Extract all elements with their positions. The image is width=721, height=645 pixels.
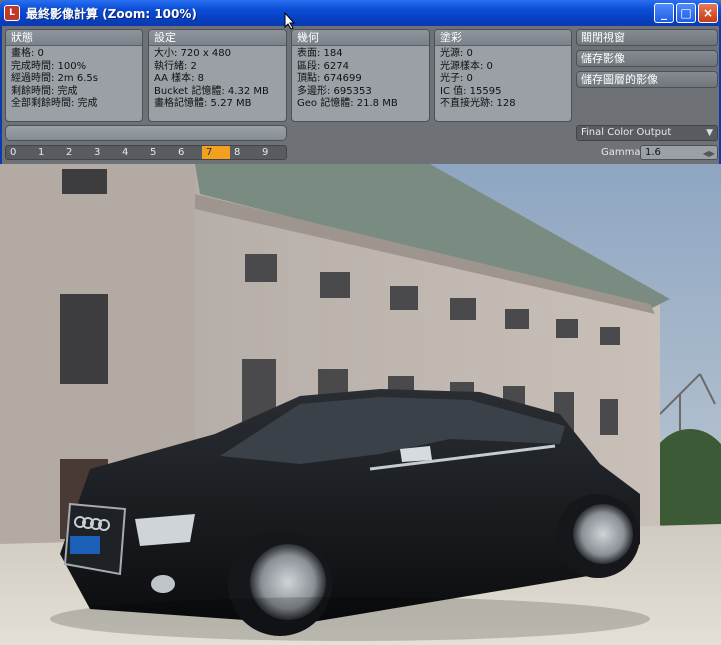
maximize-button[interactable]: □ xyxy=(676,3,696,23)
geometry-box: 幾何 表面: 184 區段: 6274 頂點: 674699 多邊形: 6953… xyxy=(291,29,430,122)
settings-size: 大小: 720 x 480 xyxy=(154,48,231,59)
chevron-down-icon: ▼ xyxy=(706,128,713,138)
fog-light xyxy=(151,575,175,593)
shading-header: 塗彩 xyxy=(435,30,571,46)
car-headlight xyxy=(135,514,195,546)
settings-bucket-memory: Bucket 記憶體: 4.32 MB xyxy=(154,85,269,97)
rear-rim xyxy=(573,504,633,564)
geometry-segments: 區段: 6274 xyxy=(297,60,349,72)
geometry-memory: Geo 記憶體: 21.8 MB xyxy=(297,98,398,109)
window-titlebar[interactable]: L 最終影像計算 (Zoom: 100%) _ □ × xyxy=(0,0,721,26)
save-layer-image-button[interactable]: 儲存圖層的影像 xyxy=(576,71,718,88)
buffer-8[interactable]: 8 xyxy=(230,146,258,159)
geometry-header: 幾何 xyxy=(292,30,429,46)
status-complete: 完成時間: 100% xyxy=(11,60,87,72)
buffer-2[interactable]: 2 xyxy=(62,146,90,159)
close-window-button[interactable]: 關閉視窗 xyxy=(576,29,718,46)
geometry-surfaces: 表面: 184 xyxy=(297,48,343,59)
geometry-vertices: 頂點: 674699 xyxy=(297,73,362,84)
app-icon[interactable]: L xyxy=(4,5,20,21)
buffer-selector: 0 1 2 3 4 5 6 7 8 9 xyxy=(5,145,287,160)
shading-light-samples: 光源樣本: 0 xyxy=(440,60,493,72)
shading-ic-value: IC 值: 15595 xyxy=(440,85,502,97)
status-remaining: 剩餘時間: 完成 xyxy=(11,85,78,97)
status-frame: 畫格: 0 xyxy=(11,48,44,59)
status-total-remaining: 全部剩餘時間: 完成 xyxy=(11,98,98,109)
buffer-6[interactable]: 6 xyxy=(174,146,202,159)
output-select[interactable]: Final Color Output ▼ xyxy=(576,125,718,141)
save-image-button[interactable]: 儲存影像 xyxy=(576,50,718,67)
buffer-0[interactable]: 0 xyxy=(6,146,34,159)
shading-lights: 光源: 0 xyxy=(440,48,473,59)
status-elapsed: 經過時間: 2m 6.5s xyxy=(11,73,98,84)
gamma-value: 1.6 xyxy=(645,147,661,158)
output-select-value: Final Color Output xyxy=(581,127,672,138)
mouse-cursor-icon xyxy=(284,12,296,30)
buffer-5[interactable]: 5 xyxy=(146,146,174,159)
settings-box: 設定 大小: 720 x 480 執行緒: 2 AA 樣本: 8 Bucket … xyxy=(148,29,287,122)
window-title: 最終影像計算 (Zoom: 100%) xyxy=(26,6,197,21)
shading-photons: 光子: 0 xyxy=(440,73,473,84)
buffer-7[interactable]: 7 xyxy=(202,146,230,159)
settings-header: 設定 xyxy=(149,30,286,46)
buffer-9[interactable]: 9 xyxy=(258,146,286,159)
status-header: 狀態 xyxy=(6,30,142,46)
status-box: 狀態 畫格: 0 完成時間: 100% 經過時間: 2m 6.5s 剩餘時間: … xyxy=(5,29,143,122)
settings-frame-memory: 畫格記憶體: 5.27 MB xyxy=(154,98,252,109)
license-plate xyxy=(70,536,100,554)
render-stats-panel: 狀態 畫格: 0 完成時間: 100% 經過時間: 2m 6.5s 剩餘時間: … xyxy=(0,26,721,164)
render-canvas xyxy=(0,164,721,645)
spinner-icon[interactable]: ◀▶ xyxy=(703,147,715,160)
car-shadow xyxy=(50,597,650,641)
shading-indirect-rays: 不直接光跡: 128 xyxy=(440,98,516,109)
render-progress-bar xyxy=(5,125,287,141)
close-button[interactable]: × xyxy=(698,3,718,23)
minimize-button[interactable]: _ xyxy=(654,3,674,23)
shading-box: 塗彩 光源: 0 光源樣本: 0 光子: 0 IC 值: 15595 不直接光跡… xyxy=(434,29,572,122)
settings-aa-samples: AA 樣本: 8 xyxy=(154,73,205,84)
gamma-input[interactable]: 1.6 ◀▶ xyxy=(640,145,718,160)
rendered-image xyxy=(0,164,721,645)
buffer-1[interactable]: 1 xyxy=(34,146,62,159)
buffer-3[interactable]: 3 xyxy=(90,146,118,159)
window-controls: _ □ × xyxy=(654,3,718,23)
buffer-4[interactable]: 4 xyxy=(118,146,146,159)
geometry-polygons: 多邊形: 695353 xyxy=(297,85,372,97)
settings-threads: 執行緒: 2 xyxy=(154,60,197,72)
gamma-label: Gamma xyxy=(601,147,641,158)
